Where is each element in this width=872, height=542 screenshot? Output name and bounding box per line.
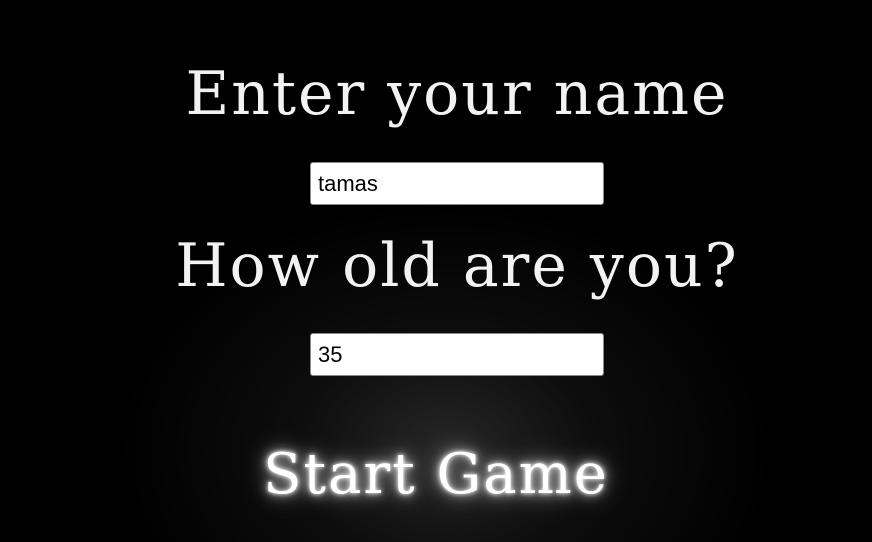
age-heading: How old are you? [175, 231, 739, 301]
name-heading: Enter your name [185, 59, 729, 129]
name-input[interactable] [310, 162, 604, 205]
age-input[interactable] [310, 333, 604, 376]
start-game-button[interactable]: Start Game [0, 432, 872, 518]
